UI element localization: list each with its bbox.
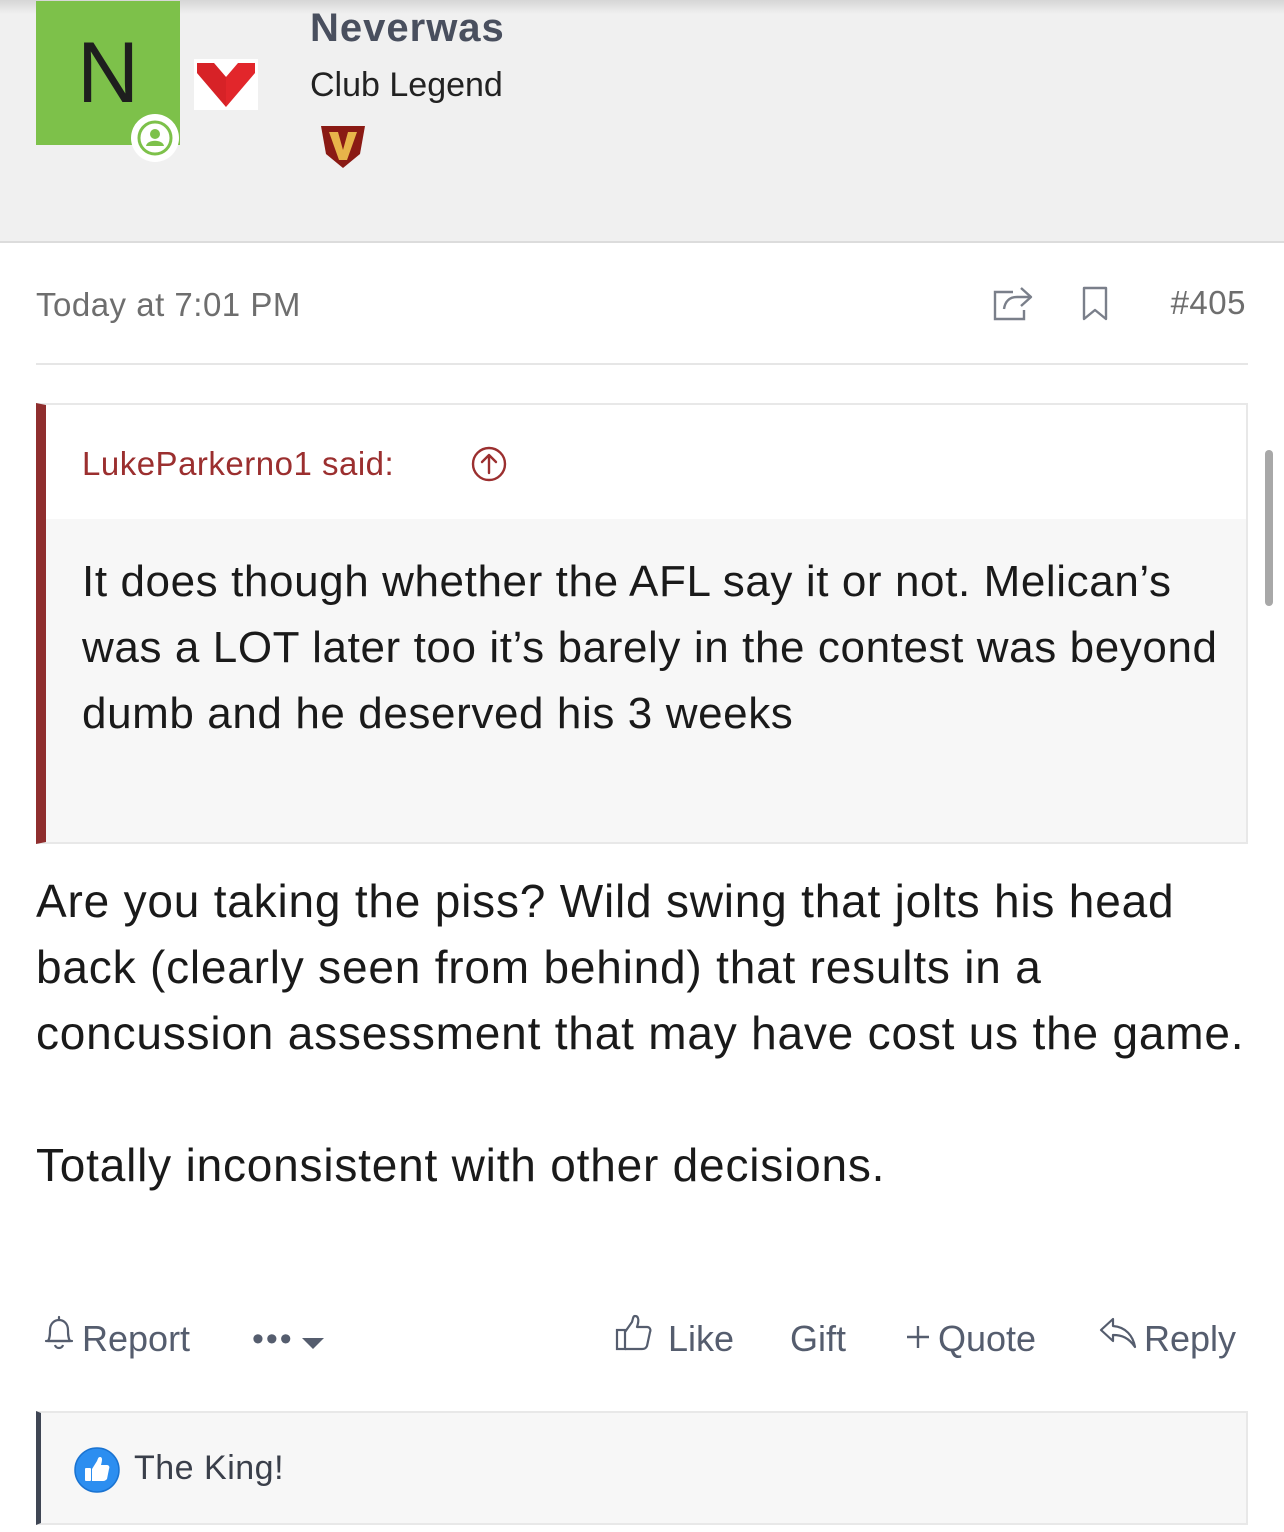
- more-options-label: •••: [252, 1320, 294, 1358]
- like-button[interactable]: Like: [614, 1313, 735, 1365]
- reply-button[interactable]: Reply: [1098, 1315, 1236, 1363]
- arrow-up-circle-icon[interactable]: [470, 445, 508, 488]
- v-badge-icon: [320, 124, 366, 175]
- scrollbar[interactable]: [1265, 450, 1273, 606]
- online-status-icon: [131, 114, 179, 162]
- more-options-button[interactable]: •••: [252, 1315, 326, 1363]
- reply-arrow-icon: [1098, 1315, 1138, 1363]
- plus-icon: [904, 1315, 932, 1363]
- header-shadow: [0, 0, 1284, 14]
- thumbs-up-icon: [74, 1447, 120, 1498]
- heart-icon: [194, 59, 258, 110]
- share-icon[interactable]: [991, 284, 1033, 327]
- bell-icon: [42, 1314, 76, 1364]
- quote-button[interactable]: Quote: [904, 1315, 1036, 1363]
- reaction-users-link[interactable]: The King!: [134, 1449, 284, 1488]
- caret-down-icon: [300, 1315, 326, 1363]
- user-title: Club Legend: [310, 66, 503, 104]
- username[interactable]: Neverwas: [310, 6, 505, 51]
- reactions-bar[interactable]: The King!: [36, 1411, 1248, 1525]
- like-label: Like: [668, 1318, 735, 1359]
- quote-text: It does though whether the AFL say it or…: [82, 557, 1218, 738]
- quote-block: LukeParkerno1 said: It does though wheth…: [36, 403, 1248, 844]
- post-paragraph: Are you taking the piss? Wild swing that…: [36, 875, 1245, 1059]
- reply-label: Reply: [1144, 1318, 1237, 1359]
- quote-author-link[interactable]: LukeParkerno1 said:: [82, 445, 394, 483]
- post-number-link[interactable]: #405: [1171, 284, 1246, 322]
- thumbs-up-outline-icon: [614, 1313, 654, 1365]
- report-label: Report: [82, 1318, 191, 1359]
- post-body: Are you taking the piss? Wild swing that…: [36, 868, 1256, 1198]
- gift-button[interactable]: Gift: [790, 1315, 846, 1363]
- divider: [36, 363, 1248, 365]
- quote-header: LukeParkerno1 said:: [46, 405, 1246, 519]
- quote-label: Quote: [938, 1318, 1037, 1359]
- bookmark-icon[interactable]: [1081, 286, 1109, 327]
- post-date[interactable]: Today at 7:01 PM: [36, 286, 301, 324]
- post-paragraph: Totally inconsistent with other decision…: [36, 1139, 886, 1191]
- gift-label: Gift: [790, 1318, 847, 1359]
- user-header: N Neverwas Club Legend: [0, 0, 1284, 243]
- report-button[interactable]: Report: [42, 1315, 190, 1363]
